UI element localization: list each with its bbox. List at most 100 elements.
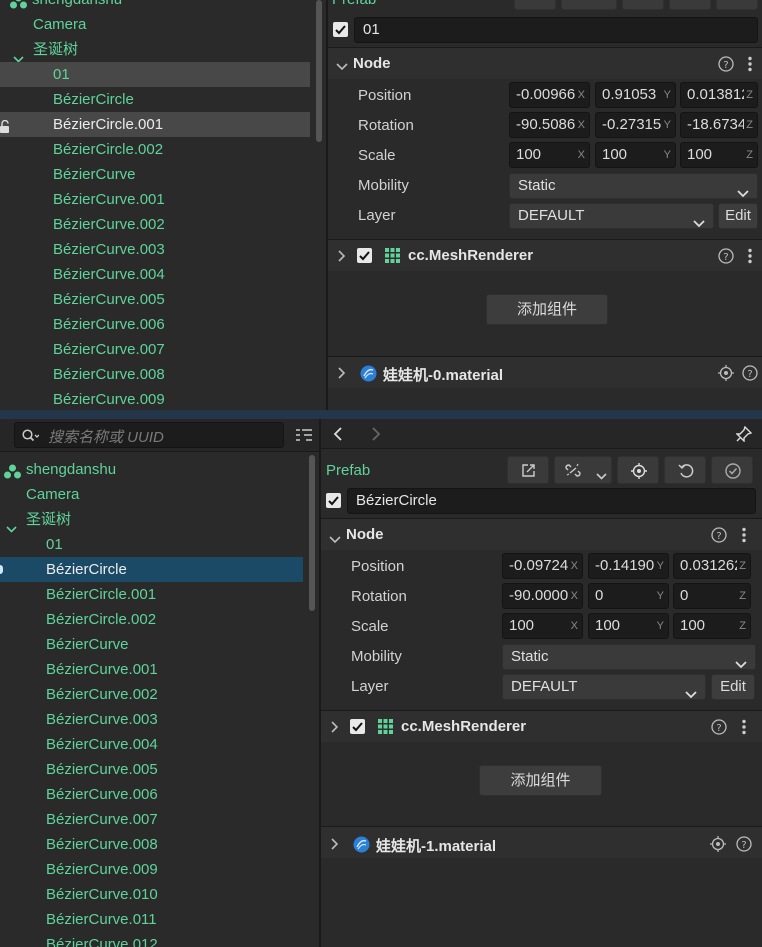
tree-item[interactable]: BézierCurve.009 [0,387,310,410]
tree-item[interactable]: BézierCircle [0,557,303,582]
tree-item[interactable]: BézierCurve [0,632,303,657]
open-prefab-button[interactable] [507,456,549,484]
tree-item[interactable]: BézierCurve.010 [0,882,303,907]
layer-select[interactable]: DEFAULT [509,203,714,229]
hierarchy-scrollbar[interactable] [316,0,322,142]
scale-x-input[interactable]: 100 X [509,142,590,168]
tree-item[interactable]: BézierCurve.007 [0,337,310,362]
tree-item[interactable]: BézierCircle.001 [0,582,303,607]
scale-x-input[interactable]: 100 X [502,613,583,639]
tree-item[interactable]: BézierCircle.002 [0,137,310,162]
node-section-header[interactable]: Node ? [328,47,762,79]
search-input[interactable]: 搜索名称或 UUID [14,422,284,448]
locate-icon[interactable] [718,365,734,385]
node-section-header[interactable]: Node ? [321,518,762,550]
tree-item[interactable]: BézierCurve.008 [0,362,310,387]
pin-icon[interactable] [735,425,753,446]
help-icon[interactable]: ? [711,527,727,547]
tree-item[interactable]: BézierCircle.002 [0,607,303,632]
tree-item[interactable]: BézierCurve.001 [0,187,310,212]
rotation-y-input[interactable]: 0Y [588,583,669,609]
more-options-icon[interactable] [748,56,752,76]
tree-item[interactable]: BézierCurve.002 [0,682,303,707]
material-header[interactable]: 娃娃机-1.material ? [321,826,762,858]
rotation-x-input[interactable]: -90.5086 X [509,112,590,138]
rotation-z-input[interactable]: -18.6734 Z [680,112,758,138]
tree-item[interactable]: BézierCurve.008 [0,832,303,857]
more-options-icon[interactable] [742,719,746,739]
node-name-input[interactable]: BézierCircle [347,488,756,514]
tree-item[interactable]: shengdanshu [0,0,310,12]
mobility-select[interactable]: Static [509,173,758,199]
rotation-y-input[interactable]: -0.27315 Y [595,112,676,138]
help-icon[interactable]: ? [742,365,758,385]
tree-item[interactable]: BézierCurve.005 [0,757,303,782]
locate-prefab-button[interactable] [617,456,659,484]
add-component-button[interactable]: 添加组件 [479,765,602,796]
position-z-input[interactable]: 0.031262 Z [673,553,751,579]
position-x-input[interactable]: -0.09724 X [502,553,583,579]
component-enabled-checkbox[interactable] [350,719,365,734]
scale-y-input[interactable]: 100 Y [588,613,669,639]
component-enabled-checkbox[interactable] [357,248,372,263]
tree-item[interactable]: 01 [0,62,310,87]
meshrenderer-header[interactable]: cc.MeshRenderer ? [321,710,762,742]
sort-list-icon[interactable] [295,427,313,447]
tree-item[interactable]: 圣诞树 [0,37,310,63]
tree-item[interactable]: BézierCurve.011 [0,907,303,932]
scale-z-input[interactable]: 100 Z [680,142,758,168]
hierarchy-scrollbar[interactable] [309,455,315,611]
forward-arrow-icon[interactable] [371,427,381,445]
node-active-checkbox[interactable] [326,493,341,508]
more-options-icon[interactable] [742,527,746,547]
tree-item[interactable]: BézierCurve.004 [0,262,310,287]
drag-handle-icon[interactable] [0,565,3,574]
tree-item[interactable]: shengdanshu [0,457,303,482]
position-y-input[interactable]: -0.14190 Y [588,553,669,579]
revert-prefab-button[interactable] [669,0,711,10]
tree-item[interactable]: BézierCurve.001 [0,657,303,682]
position-z-input[interactable]: 0.013812 Z [680,82,758,108]
revert-prefab-button[interactable] [664,456,706,484]
tree-item[interactable]: Camera [0,12,310,37]
material-header[interactable]: 娃娃机-0.material ? [328,356,762,388]
unlink-prefab-button[interactable] [554,456,612,484]
tree-item[interactable]: BézierCircle.001 [0,112,310,137]
apply-prefab-button[interactable] [711,456,753,484]
rotation-z-input[interactable]: 0Z [673,583,751,609]
open-prefab-button[interactable] [514,0,556,10]
node-name-input[interactable]: 01 [354,17,758,43]
position-x-input[interactable]: -0.00966 X [509,82,590,108]
locate-icon[interactable] [710,836,726,856]
meshrenderer-header[interactable]: cc.MeshRenderer ? [328,239,762,271]
layer-select[interactable]: DEFAULT [502,674,706,700]
help-icon[interactable]: ? [736,836,752,856]
tree-item[interactable]: BézierCurve.002 [0,212,310,237]
apply-prefab-button[interactable] [716,0,758,10]
tree-item[interactable]: 圣诞树 [0,507,303,533]
layer-edit-button[interactable]: Edit [711,674,755,700]
tree-item[interactable]: BézierCurve.007 [0,807,303,832]
tree-item[interactable]: BézierCurve.012 [0,932,303,947]
help-icon[interactable]: ? [711,719,727,739]
help-icon[interactable]: ? [718,248,734,268]
tree-item[interactable]: 01 [0,532,303,557]
position-y-input[interactable]: 0.91053 Y [595,82,676,108]
add-component-button[interactable]: 添加组件 [486,294,608,325]
mobility-select[interactable]: Static [502,644,756,670]
tree-item[interactable]: BézierCurve [0,162,310,187]
help-icon[interactable]: ? [718,56,734,76]
tree-item[interactable]: BézierCurve.009 [0,857,303,882]
scale-y-input[interactable]: 100 Y [595,142,676,168]
tree-item[interactable]: BézierCurve.004 [0,732,303,757]
tree-item[interactable]: Camera [0,482,303,507]
back-arrow-icon[interactable] [333,427,343,445]
locate-prefab-button[interactable] [622,0,664,10]
tree-item[interactable]: BézierCircle [0,87,310,112]
more-options-icon[interactable] [748,248,752,268]
unlink-prefab-button[interactable] [561,0,617,10]
rotation-x-input[interactable]: -90.0000 X [502,583,583,609]
tree-item[interactable]: BézierCurve.006 [0,312,310,337]
node-active-checkbox[interactable] [333,22,348,37]
tree-item[interactable]: BézierCurve.003 [0,237,310,262]
